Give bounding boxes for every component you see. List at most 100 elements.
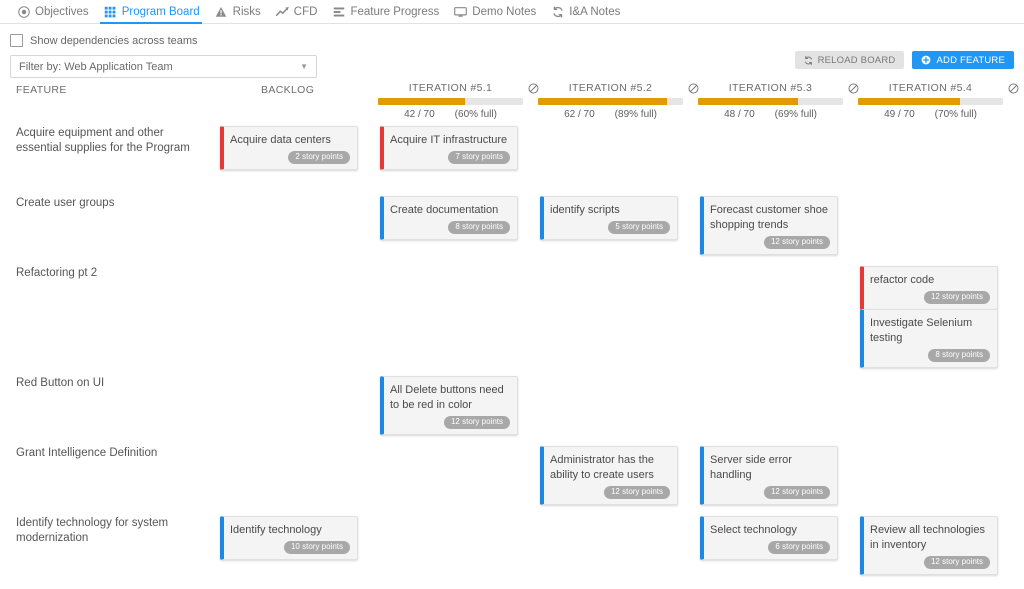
story-card-title: Select technology <box>710 524 797 536</box>
tab-label: Feature Progress <box>350 6 440 18</box>
story-card[interactable]: identify scripts 5 story points <box>540 196 678 240</box>
refresh-icon <box>804 55 813 65</box>
iteration-title: ITERATION #5.3 <box>728 81 813 94</box>
story-card-title: Acquire data centers <box>230 134 331 146</box>
feature-name[interactable]: Grant Intelligence Definition <box>16 446 211 461</box>
story-points-row: 2 story points <box>230 151 350 164</box>
iteration-capacity-bar <box>538 98 683 105</box>
iteration-column-header: ITERATION #5.4 49 / 70 (70% full) <box>858 80 1019 120</box>
iteration-fill-label: (60% full) <box>454 109 497 120</box>
story-points-row: 8 story points <box>870 349 990 362</box>
story-card-title: identify scripts <box>550 204 620 216</box>
block-circle-icon[interactable] <box>1008 81 1019 94</box>
story-points-row: 12 story points <box>710 486 830 499</box>
story-points-badge: 8 story points <box>928 349 990 362</box>
story-points-row: 12 story points <box>390 416 510 429</box>
story-card[interactable]: Acquire data centers 2 story points <box>220 126 358 170</box>
story-card[interactable]: Create documentation 8 story points <box>380 196 518 240</box>
story-card[interactable]: All Delete buttons need to be red in col… <box>380 376 518 435</box>
warning-triangle-icon <box>215 6 228 19</box>
story-card[interactable]: Acquire IT infrastructure 7 story points <box>380 126 518 170</box>
story-points-badge: 2 story points <box>288 151 350 164</box>
iteration-column-header: ITERATION #5.3 48 / 70 (69% full) <box>698 80 859 120</box>
add-feature-button[interactable]: ADD FEATURE <box>912 51 1014 69</box>
iteration-points: 62 / 70 <box>564 109 595 120</box>
story-card-title: Forecast customer shoe shopping trends <box>710 204 828 231</box>
tab-label: Objectives <box>35 6 89 18</box>
story-card[interactable]: Server side error handling 12 story point… <box>700 446 838 505</box>
story-card[interactable]: Forecast customer shoe shopping trends 12… <box>700 196 838 255</box>
iteration-capacity-fill <box>698 98 799 105</box>
tab-cfd[interactable]: CFD <box>272 1 329 23</box>
iteration-capacity-fill <box>858 98 960 105</box>
story-card-title: refactor code <box>870 274 935 286</box>
reload-board-label: RELOAD BOARD <box>817 54 896 66</box>
iteration-fill-label: (69% full) <box>774 109 817 120</box>
iteration-fill-label: (70% full) <box>934 109 977 120</box>
add-feature-label: ADD FEATURE <box>936 54 1005 66</box>
story-points-row: 7 story points <box>390 151 510 164</box>
story-points-row: 8 story points <box>390 221 510 234</box>
story-card[interactable]: Investigate Selenium testing 8 story poin… <box>860 309 998 368</box>
story-points-badge: 6 story points <box>768 541 830 554</box>
story-card-title: Identify technology <box>230 524 322 536</box>
tab-label: Risks <box>232 6 261 18</box>
story-points-badge: 12 story points <box>443 416 510 429</box>
story-points-badge: 12 story points <box>603 486 670 499</box>
feature-name[interactable]: Refactoring pt 2 <box>16 266 211 281</box>
tab-label: Program Board <box>121 6 200 18</box>
show-dependencies-checkbox[interactable] <box>10 34 23 47</box>
iteration-capacity-fill <box>378 98 465 105</box>
story-points-badge: 12 story points <box>923 291 990 304</box>
story-card-title: All Delete buttons need to be red in col… <box>390 384 504 411</box>
tab-feature-progress[interactable]: Feature Progress <box>328 1 450 23</box>
tab-i-a-notes[interactable]: I&A Notes <box>547 1 631 23</box>
monitor-icon <box>454 6 468 19</box>
reload-board-button[interactable]: RELOAD BOARD <box>794 51 905 69</box>
iteration-capacity-bar <box>858 98 1003 105</box>
story-card-title: Create documentation <box>390 204 499 216</box>
feature-row: Refactoring pt 2 refactor code 12 story po… <box>0 260 1024 370</box>
feature-row: Red Button on UI All Delete buttons need … <box>0 370 1024 440</box>
toolbar-buttons: RELOAD BOARD ADD FEATURE <box>794 51 1014 69</box>
story-points-row: 12 story points <box>710 236 830 249</box>
story-points-row: 12 story points <box>870 556 990 569</box>
tab-demo-notes[interactable]: Demo Notes <box>450 1 547 23</box>
story-card-title: Server side error handling <box>710 454 792 481</box>
story-points-badge: 12 story points <box>923 556 990 569</box>
backlog-column-header: BACKLOG <box>261 84 315 96</box>
iteration-capacity-fill <box>538 98 668 105</box>
tab-objectives[interactable]: Objectives <box>13 1 100 23</box>
line-chart-icon <box>275 6 289 19</box>
tab-program-board[interactable]: Program Board <box>99 1 211 24</box>
feature-name[interactable]: Acquire equipment and other essential su… <box>16 126 211 156</box>
feature-name[interactable]: Identify technology for system moderniza… <box>16 516 211 546</box>
story-card[interactable]: Identify technology 10 story points <box>220 516 358 560</box>
story-points-row: 5 story points <box>550 221 670 234</box>
refresh-icon <box>551 6 564 19</box>
feature-name[interactable]: Red Button on UI <box>16 376 211 391</box>
iteration-title: ITERATION #5.1 <box>408 81 493 94</box>
team-filter-select[interactable]: Filter by: Web Application Team ▼ <box>10 55 317 78</box>
iteration-title: ITERATION #5.2 <box>568 81 653 94</box>
story-card[interactable]: refactor code 12 story points <box>860 266 998 310</box>
iteration-column-header: ITERATION #5.2 62 / 70 (89% full) <box>538 80 699 120</box>
story-points-badge: 10 story points <box>283 541 350 554</box>
story-card[interactable]: Review all technologies in inventory 12 s… <box>860 516 998 575</box>
story-points-badge: 7 story points <box>448 151 510 164</box>
tab-risks[interactable]: Risks <box>211 1 272 23</box>
feature-name[interactable]: Create user groups <box>16 196 211 211</box>
iteration-column-header: ITERATION #5.1 42 / 70 (60% full) <box>378 80 539 120</box>
board-rows: Acquire equipment and other essential su… <box>0 120 1024 575</box>
story-card[interactable]: Administrator has the ability to create … <box>540 446 678 505</box>
story-card-title: Acquire IT infrastructure <box>390 134 508 146</box>
story-points-row: 6 story points <box>710 541 830 554</box>
iteration-capacity-bar <box>378 98 523 105</box>
tab-label: Demo Notes <box>472 6 537 18</box>
story-points-row: 10 story points <box>230 541 350 554</box>
story-card[interactable]: Select technology 6 story points <box>700 516 838 560</box>
show-dependencies-row[interactable]: Show dependencies across teams <box>10 34 198 47</box>
show-dependencies-label: Show dependencies across teams <box>30 34 198 47</box>
board-column-headers: FEATURE BACKLOG ITERATION #5.1 42 / 70 (60… <box>0 80 1024 120</box>
grid-icon <box>104 6 117 19</box>
